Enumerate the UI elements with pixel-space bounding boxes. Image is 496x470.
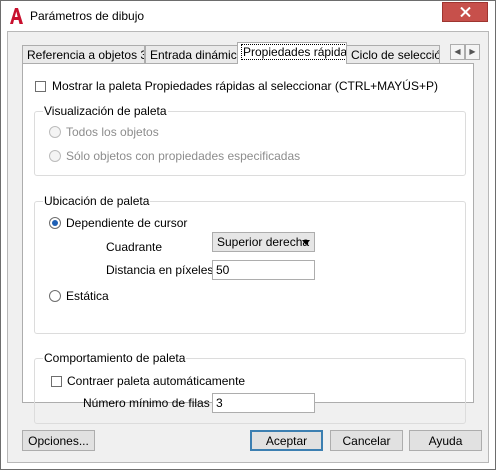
show-palette-label[interactable]: Mostrar la paleta Propiedades rápidas al… bbox=[52, 79, 438, 93]
show-palette-checkbox[interactable] bbox=[35, 81, 46, 92]
quadrant-value: Superior derecha bbox=[217, 235, 310, 249]
all-objects-label: Todos los objetos bbox=[66, 125, 159, 139]
min-rows-label: Número mínimo de filas bbox=[83, 396, 210, 410]
tab-label: Entrada dinámica bbox=[150, 48, 239, 62]
distance-label: Distancia en píxeles bbox=[106, 263, 214, 277]
tab-label: Propiedades rápidas bbox=[240, 44, 346, 60]
options-button[interactable]: Opciones... bbox=[22, 430, 95, 451]
quadrant-label: Cuadrante bbox=[106, 240, 163, 254]
tab-scroll-left-button[interactable]: ◀ bbox=[450, 44, 465, 60]
help-button[interactable]: Ayuda bbox=[409, 430, 482, 451]
cursor-dependent-radio[interactable] bbox=[49, 217, 61, 229]
distance-input[interactable]: 50 bbox=[212, 260, 315, 280]
ok-button[interactable]: Aceptar bbox=[250, 430, 323, 451]
collapse-palette-label: Contraer paleta automáticamente bbox=[67, 374, 246, 388]
quadrant-select[interactable]: Superior derecha bbox=[212, 232, 315, 252]
arrow-right-icon: ▶ bbox=[469, 47, 476, 56]
cursor-dependent-label: Dependiente de cursor bbox=[66, 216, 188, 230]
tab-entrada-dinamica[interactable]: Entrada dinámica bbox=[145, 45, 239, 63]
close-button[interactable] bbox=[442, 2, 488, 22]
location-group-title: Ubicación de paleta bbox=[43, 194, 151, 208]
dialog-body: Referencia a objetos 3D Entrada dinámica… bbox=[7, 31, 489, 463]
cancel-button[interactable]: Cancelar bbox=[330, 430, 403, 451]
tab-scroll-right-button[interactable]: ▶ bbox=[465, 44, 480, 60]
dialog-window: Parámetros de dibujo Referencia a objeto… bbox=[0, 0, 496, 470]
behavior-group-title: Comportamiento de paleta bbox=[43, 351, 187, 365]
min-rows-value: 3 bbox=[216, 396, 223, 410]
collapse-palette-checkbox[interactable] bbox=[51, 376, 62, 387]
tab-propiedades-rapidas[interactable]: Propiedades rápidas bbox=[237, 42, 347, 64]
tab-label: Ciclo de selección bbox=[351, 48, 440, 62]
tab-panel: Mostrar la paleta Propiedades rápidas al… bbox=[22, 63, 474, 424]
display-group: Visualización de paleta Todos los objeto… bbox=[34, 104, 466, 176]
arrow-left-icon: ◀ bbox=[454, 47, 461, 56]
chevron-down-icon bbox=[302, 240, 310, 245]
tab-label: Referencia a objetos 3D bbox=[27, 48, 145, 62]
static-label: Estática bbox=[66, 289, 109, 303]
autocad-logo-icon bbox=[10, 8, 23, 24]
tab-ciclo-seleccion[interactable]: Ciclo de selección bbox=[346, 45, 440, 63]
window-title: Parámetros de dibujo bbox=[30, 9, 145, 23]
min-rows-input[interactable]: 3 bbox=[212, 393, 315, 413]
close-icon bbox=[460, 7, 471, 17]
title-bar[interactable]: Parámetros de dibujo bbox=[1, 1, 495, 31]
all-objects-radio[interactable] bbox=[49, 126, 61, 138]
specified-objects-radio[interactable] bbox=[49, 150, 61, 162]
tab-referencia-objetos-3d[interactable]: Referencia a objetos 3D bbox=[22, 45, 145, 63]
specified-objects-label: Sólo objetos con propiedades especificad… bbox=[66, 149, 301, 163]
display-group-title: Visualización de paleta bbox=[43, 104, 168, 118]
static-radio[interactable] bbox=[49, 290, 61, 302]
behavior-group: Comportamiento de paleta Contraer paleta… bbox=[34, 351, 466, 424]
location-group: Ubicación de paleta Dependiente de curso… bbox=[34, 194, 466, 334]
distance-value: 50 bbox=[216, 263, 230, 277]
